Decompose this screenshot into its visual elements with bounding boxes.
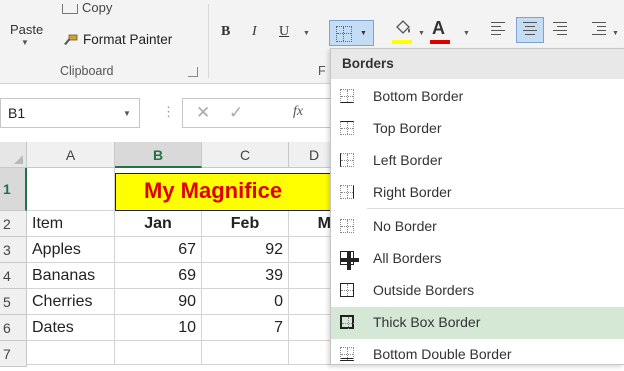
top-border-icon xyxy=(340,121,354,135)
row-header-5[interactable]: 5 xyxy=(0,289,27,315)
bold-button[interactable]: B xyxy=(221,24,230,40)
table-cell-feb[interactable]: 39 xyxy=(202,263,289,289)
ribbon-divider xyxy=(208,4,209,78)
menu-item-left-border[interactable]: Left Border xyxy=(331,145,624,177)
table-cell-item[interactable]: Dates xyxy=(27,315,115,341)
menu-divider xyxy=(367,208,624,209)
column-header-b[interactable]: B xyxy=(115,142,202,168)
no-border-icon xyxy=(340,219,354,233)
borders-menu-header: Borders xyxy=(331,49,624,79)
table-cell-feb[interactable]: 0 xyxy=(202,289,289,315)
borders-icon xyxy=(336,26,352,42)
italic-button[interactable]: I xyxy=(252,24,257,40)
format-painter-icon xyxy=(64,35,78,46)
cancel-entry-icon[interactable]: ✕ xyxy=(196,103,210,123)
right-border-icon xyxy=(340,185,354,199)
column-header-c[interactable]: C xyxy=(202,142,289,168)
table-cell-jan[interactable]: 90 xyxy=(115,289,202,315)
bottom-double-border-icon xyxy=(340,347,354,361)
table-cell-feb[interactable]: 7 xyxy=(202,315,289,341)
menu-item-label: All Borders xyxy=(373,250,442,266)
clipboard-dialog-launcher-icon[interactable] xyxy=(188,67,198,77)
table-cell-empty[interactable] xyxy=(202,341,289,365)
copy-icon xyxy=(62,3,78,14)
table-cell-jan[interactable]: 67 xyxy=(115,237,202,263)
copy-label: Copy xyxy=(82,0,113,15)
menu-item-label: Right Border xyxy=(373,184,452,200)
fill-color-swatch xyxy=(392,40,412,44)
menu-item-label: Bottom Double Border xyxy=(373,346,512,362)
name-box-value: B1 xyxy=(8,105,26,121)
table-cell-empty[interactable] xyxy=(115,341,202,365)
align-center-icon xyxy=(522,22,540,38)
menu-item-top-border[interactable]: Top Border xyxy=(331,113,624,145)
clipboard-group-label: Clipboard xyxy=(60,64,114,78)
insert-function-button[interactable]: fx xyxy=(293,104,303,120)
sheet-title: My Magnifice xyxy=(144,178,283,203)
table-cell-feb[interactable]: 92 xyxy=(202,237,289,263)
menu-item-outside-borders[interactable]: Outside Borders xyxy=(331,275,624,307)
table-cell-item[interactable]: Apples xyxy=(27,237,115,263)
menu-item-bottom-double-border[interactable]: Bottom Double Border xyxy=(331,339,624,371)
cell-a1[interactable] xyxy=(27,168,115,211)
menu-item-label: Bottom Border xyxy=(373,88,464,104)
table-cell-item[interactable]: Bananas xyxy=(27,263,115,289)
table-cell-jan[interactable]: 10 xyxy=(115,315,202,341)
title-cell-b1[interactable]: My Magnifice xyxy=(115,173,340,211)
row-header-1[interactable]: 1 xyxy=(0,168,27,211)
menu-item-all-borders[interactable]: All Borders xyxy=(331,243,624,275)
select-all-corner[interactable] xyxy=(0,142,27,168)
menu-item-right-border[interactable]: Right Border xyxy=(331,177,624,209)
format-painter-label: Format Painter xyxy=(83,32,173,47)
menu-item-label: Outside Borders xyxy=(373,282,475,298)
row-header-6[interactable]: 6 xyxy=(0,315,27,341)
font-color-swatch xyxy=(430,40,450,44)
column-header-a[interactable]: A xyxy=(27,142,115,168)
borders-dropdown-arrow-icon: ▼ xyxy=(360,30,367,37)
copy-button[interactable]: Copy xyxy=(62,0,112,15)
thick-box-border-icon xyxy=(340,315,354,329)
indent-dropdown-arrow-icon[interactable]: ▼ xyxy=(612,30,619,37)
fill-color-dropdown-arrow-icon[interactable]: ▼ xyxy=(418,30,425,37)
format-painter-button[interactable]: Format Painter xyxy=(62,32,172,47)
name-box-dropdown-arrow-icon[interactable]: ▼ xyxy=(123,109,131,118)
table-cell-empty[interactable] xyxy=(27,341,115,365)
row-header-7[interactable]: 7 xyxy=(0,341,27,367)
table-cell-jan[interactable]: 69 xyxy=(115,263,202,289)
header-cell-item[interactable]: Item xyxy=(27,211,115,237)
enter-entry-icon[interactable]: ✓ xyxy=(229,103,243,123)
menu-item-bottom-border[interactable]: Bottom Border xyxy=(331,81,624,113)
align-left-icon[interactable] xyxy=(491,22,509,38)
fill-color-bucket-icon[interactable] xyxy=(392,18,414,40)
header-cell-jan[interactable]: Jan xyxy=(115,211,202,237)
header-cell-feb[interactable]: Feb xyxy=(202,211,289,237)
paste-label: Paste xyxy=(10,22,44,37)
underline-dropdown-arrow-icon[interactable]: ▼ xyxy=(303,30,310,37)
menu-item-label: No Border xyxy=(373,218,437,234)
font-color-dropdown-arrow-icon[interactable]: ▼ xyxy=(463,30,470,37)
menu-item-label: Top Border xyxy=(373,120,442,136)
all-borders-icon xyxy=(340,251,359,270)
paste-button[interactable]: Paste xyxy=(10,22,43,37)
borders-dropdown-menu: Borders Bottom Border Top Border Left Bo… xyxy=(330,48,624,365)
left-border-icon xyxy=(340,153,354,167)
menu-item-label: Left Border xyxy=(373,152,443,168)
borders-button[interactable]: ▼ xyxy=(329,20,374,46)
underline-button[interactable]: U xyxy=(279,24,289,40)
menu-item-thick-box-border[interactable]: Thick Box Border xyxy=(331,307,624,339)
bottom-border-icon xyxy=(340,89,354,103)
row-header-3[interactable]: 3 xyxy=(0,237,27,263)
table-cell-item[interactable]: Cherries xyxy=(27,289,115,315)
font-color-button[interactable]: A xyxy=(432,18,445,39)
menu-item-label: Thick Box Border xyxy=(373,314,481,330)
decrease-indent-icon[interactable] xyxy=(592,22,610,38)
row-header-2[interactable]: 2 xyxy=(0,211,27,237)
menu-item-no-border[interactable]: No Border xyxy=(331,211,624,243)
paste-dropdown-arrow-icon[interactable]: ▼ xyxy=(21,38,29,47)
font-group-label: F xyxy=(318,64,326,78)
formula-bar-splitter-icon[interactable]: ⋮ xyxy=(162,104,175,120)
align-right-icon[interactable] xyxy=(553,22,571,38)
row-header-4[interactable]: 4 xyxy=(0,263,27,289)
outside-borders-icon xyxy=(340,283,354,297)
